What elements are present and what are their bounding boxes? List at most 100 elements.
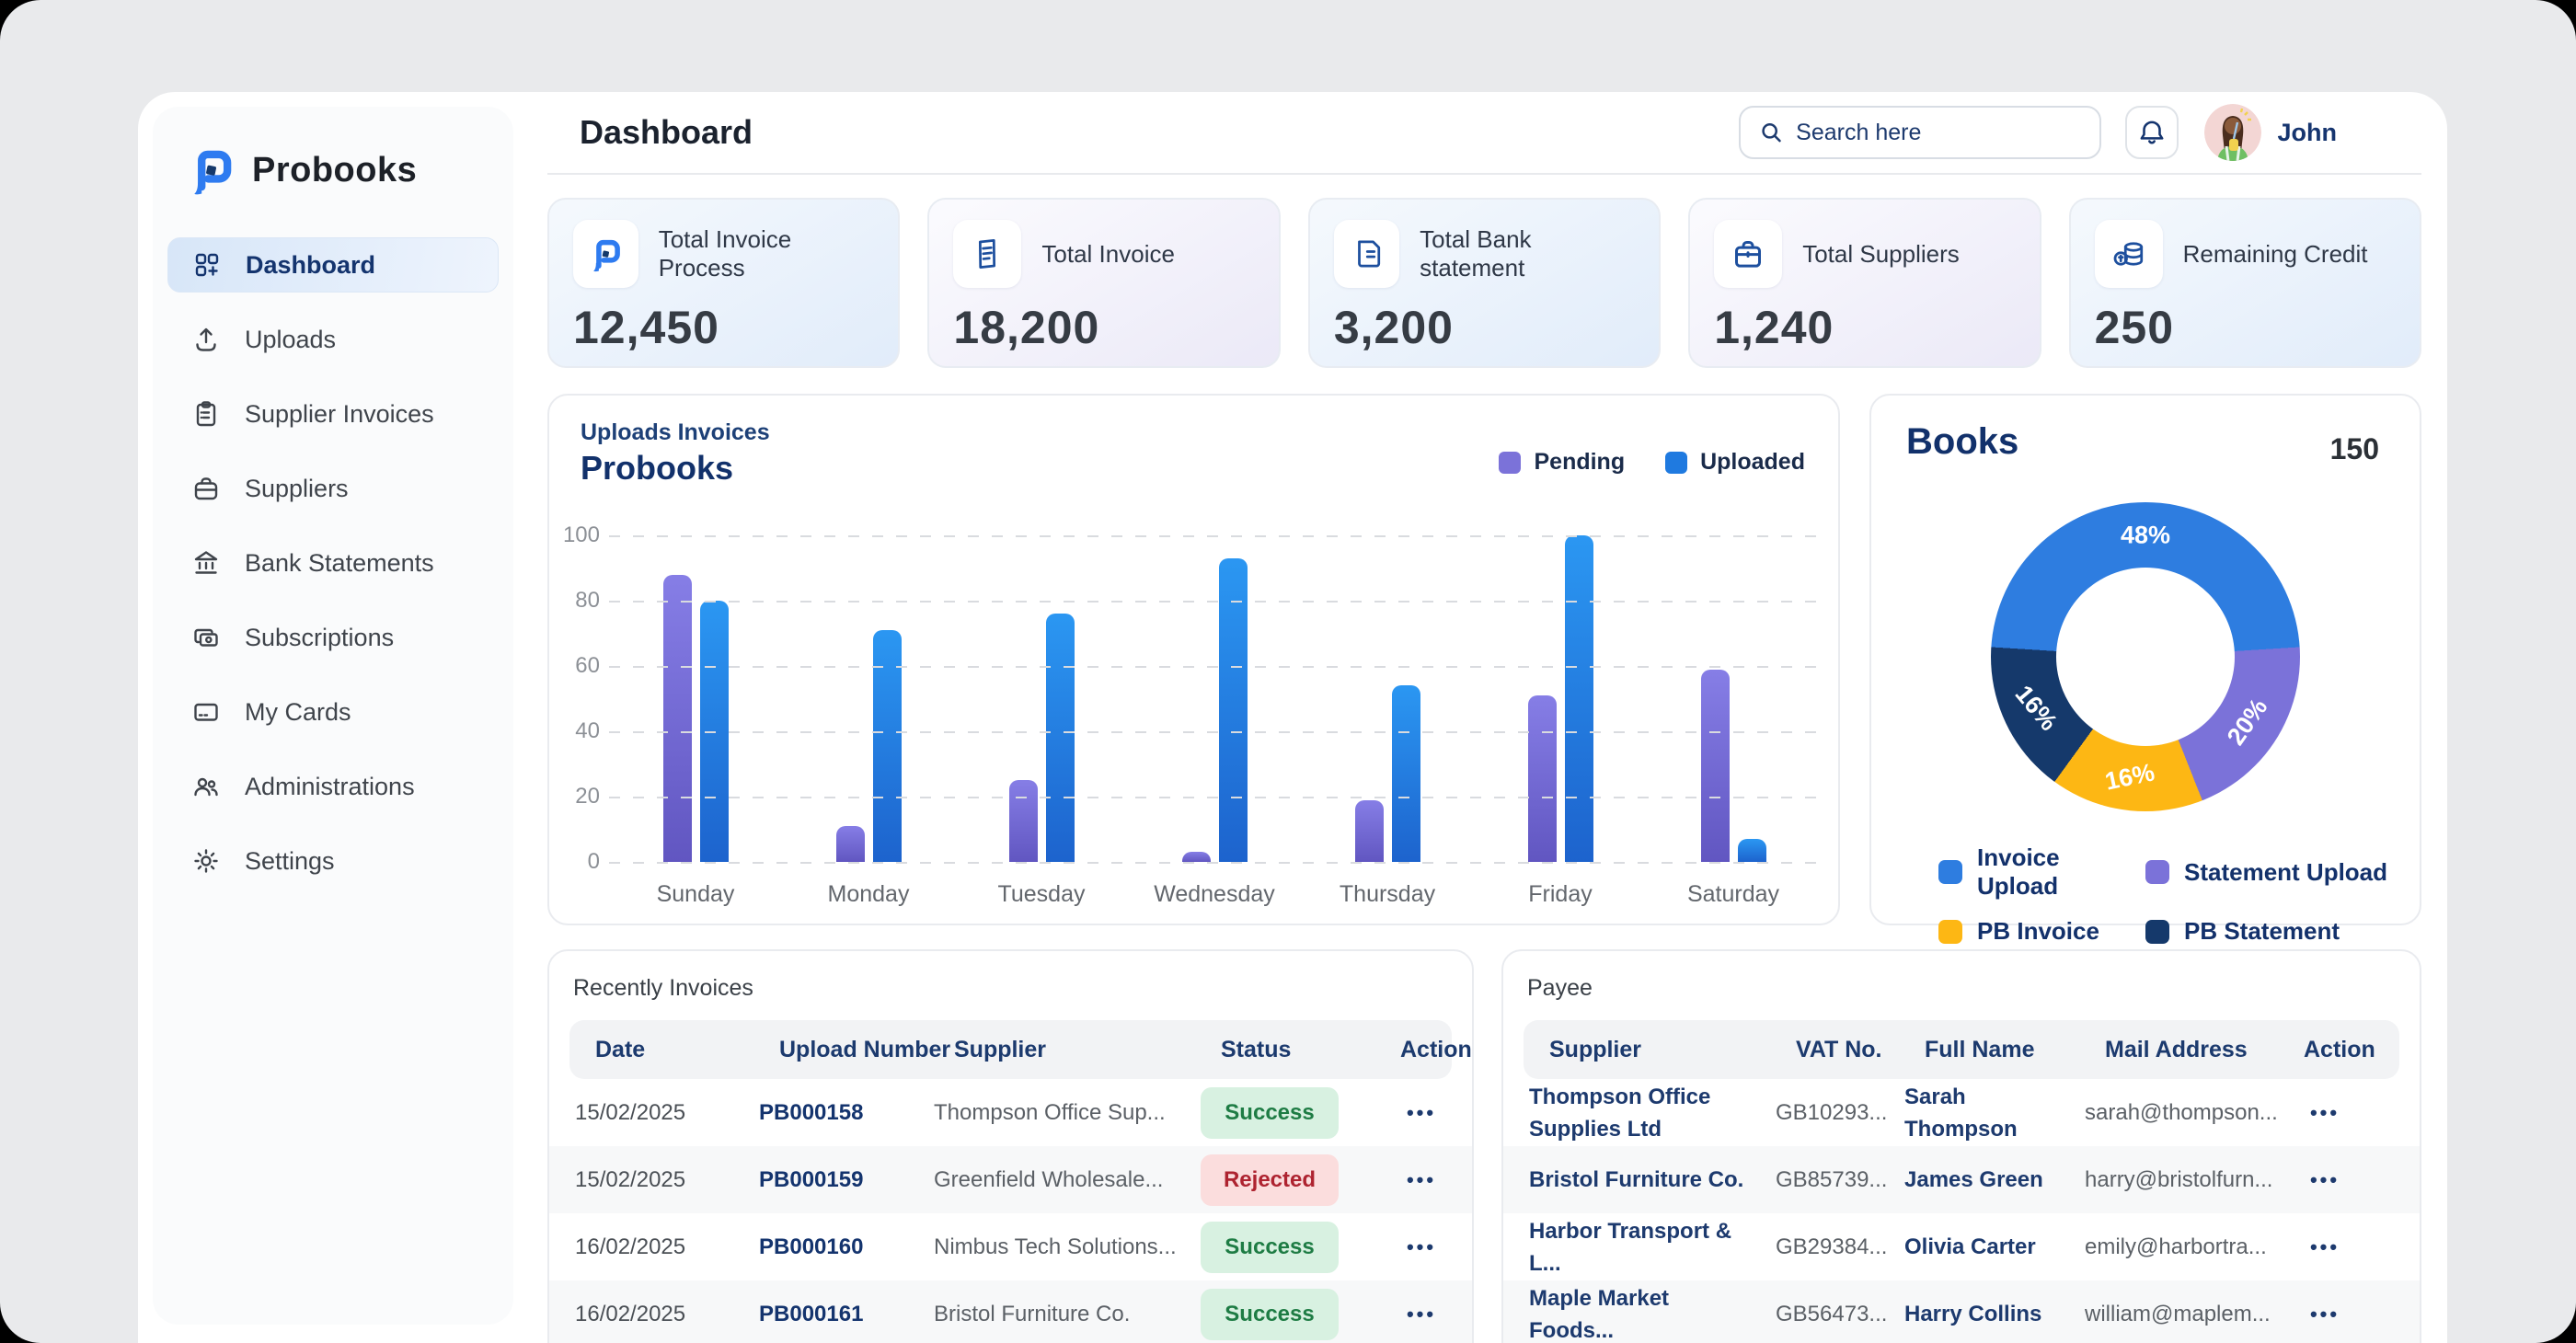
payee-supplier-link[interactable]: Maple Market Foods...	[1529, 1282, 1776, 1343]
stat-card-total-suppliers: Total Suppliers 1,240	[1688, 198, 2041, 368]
sidebar-item-dashboard[interactable]: Dashboard	[167, 237, 499, 293]
tables-row: Recently Invoices DateUpload NumberSuppl…	[547, 949, 2421, 1343]
donut-legend: Invoice UploadStatement UploadPB Invoice…	[1938, 844, 2387, 946]
x-axis-label: Thursday	[1301, 881, 1474, 908]
gridline	[609, 601, 1820, 603]
sidebar-item-bank-statements[interactable]: Bank Statements	[167, 535, 499, 591]
payee-supplier-link[interactable]: Bristol Furniture Co.	[1529, 1164, 1776, 1196]
notifications-button[interactable]	[2125, 106, 2179, 159]
search-box[interactable]	[1739, 106, 2101, 159]
invoice-date: 16/02/2025	[575, 1302, 759, 1327]
y-axis-tick-label: 0	[552, 849, 600, 875]
stat-card-total-invoice-process: Total Invoice Process 12,450	[547, 198, 900, 368]
sidebar-item-uploads[interactable]: Uploads	[167, 312, 499, 367]
x-axis-label: Saturday	[1647, 881, 1820, 908]
sidebar: Probooks Dashboard Uploads	[153, 107, 513, 1325]
sidebar-item-label: Administrations	[245, 773, 415, 801]
status-cell: Success	[1201, 1289, 1380, 1340]
gridline	[609, 666, 1820, 668]
upload-number-link[interactable]: PB000161	[759, 1302, 934, 1327]
bar-uploaded	[1046, 614, 1075, 862]
row-actions-button[interactable]: •••	[1380, 1101, 1463, 1125]
payee-vat: GB29384...	[1776, 1234, 1904, 1260]
row-actions-button[interactable]: •••	[1380, 1168, 1463, 1192]
x-axis-label: Tuesday	[955, 881, 1128, 908]
row-actions-button[interactable]: •••	[2283, 1235, 2366, 1259]
charts-row: Uploads Invoices Probooks PendingUploade…	[547, 394, 2421, 925]
row-actions-button[interactable]: •••	[2283, 1168, 2366, 1192]
sidebar-item-supplier-invoices[interactable]: Supplier Invoices	[167, 386, 499, 442]
bar-group	[1128, 535, 1301, 862]
content: Total Invoice Process 12,450 Total Invoi…	[547, 175, 2421, 1343]
y-axis-tick-label: 40	[552, 718, 600, 744]
bar-uploaded	[873, 630, 902, 862]
coins-icon	[2095, 220, 2163, 288]
clipboard-icon	[191, 399, 221, 429]
sidebar-item-subscriptions[interactable]: Subscriptions	[167, 610, 499, 665]
bar-pending	[1182, 852, 1211, 862]
briefcase-icon	[1714, 220, 1782, 288]
search-input[interactable]	[1794, 119, 2080, 147]
chart-subtitle: Uploads Invoices	[581, 419, 770, 446]
payee-full-name: Harry Collins	[1904, 1298, 2085, 1330]
app-container: Probooks Dashboard Uploads	[138, 92, 2447, 1343]
donut-legend-chip	[1938, 920, 1962, 944]
column-header: Supplier	[1549, 1037, 1796, 1063]
payee-full-name: Olivia Carter	[1904, 1231, 2085, 1263]
briefcase-icon	[191, 474, 221, 503]
stat-card-total-bank-statement: Total Bank statement 3,200	[1308, 198, 1661, 368]
stat-label: Total Invoice	[1041, 240, 1175, 269]
dashboard-icon	[192, 250, 222, 280]
payee-mail: william@maplem...	[2085, 1302, 2283, 1327]
stat-value: 3,200	[1334, 301, 1635, 354]
payee-supplier-link[interactable]: Harbor Transport & L...	[1529, 1215, 1776, 1280]
sidebar-item-administrations[interactable]: Administrations	[167, 759, 499, 814]
sidebar-item-settings[interactable]: Settings	[167, 833, 499, 889]
top-header: Dashboard	[547, 92, 2421, 175]
stat-card-remaining-credit: Remaining Credit 250	[2069, 198, 2421, 368]
recently-invoices-card: Recently Invoices DateUpload NumberSuppl…	[547, 949, 1474, 1343]
column-header: Mail Address	[2105, 1037, 2304, 1063]
payee-vat: GB85739...	[1776, 1167, 1904, 1193]
invoice-date: 15/02/2025	[575, 1167, 759, 1193]
bar-chart-x-labels: SundayMondayTuesdayWednesdayThursdayFrid…	[609, 881, 1820, 908]
bell-icon	[2136, 117, 2168, 148]
donut-legend-chip	[2145, 860, 2169, 884]
bar-pending	[1009, 780, 1038, 862]
column-header: Status	[1221, 1037, 1400, 1063]
row-actions-button[interactable]: •••	[2283, 1303, 2366, 1326]
row-actions-button[interactable]: •••	[1380, 1303, 1463, 1326]
table-row: 16/02/2025PB000161Bristol Furniture Co.S…	[549, 1280, 1472, 1343]
upload-number-link[interactable]: PB000159	[759, 1167, 934, 1193]
sidebar-item-my-cards[interactable]: My Cards	[167, 684, 499, 740]
payee-supplier-link[interactable]: Thompson Office Supplies Ltd	[1529, 1081, 1776, 1145]
stat-value: 18,200	[953, 301, 1254, 354]
invoice-supplier: Greenfield Wholesale...	[934, 1167, 1201, 1193]
invoice-supplier: Nimbus Tech Solutions...	[934, 1234, 1201, 1260]
row-actions-button[interactable]: •••	[1380, 1235, 1463, 1259]
upload-number-link[interactable]: PB000160	[759, 1234, 934, 1260]
sidebar-item-label: Uploads	[245, 326, 336, 354]
payee-vat: GB10293...	[1776, 1100, 1904, 1126]
books-total: 150	[2330, 432, 2379, 466]
page-title: Dashboard	[580, 113, 753, 152]
avatar[interactable]	[2204, 104, 2261, 161]
sidebar-item-suppliers[interactable]: Suppliers	[167, 461, 499, 516]
bar-uploaded	[1392, 685, 1420, 862]
bar-pending	[1528, 695, 1557, 862]
status-badge: Success	[1201, 1222, 1339, 1273]
upload-number-link[interactable]: PB000158	[759, 1100, 934, 1126]
avatar-image	[2204, 104, 2261, 161]
sidebar-item-label: Supplier Invoices	[245, 400, 434, 429]
donut-legend-label: PB Statement	[2184, 917, 2340, 946]
column-header: VAT No.	[1796, 1037, 1925, 1063]
recently-invoices-header: DateUpload NumberSupplierStatusAction	[569, 1020, 1452, 1079]
donut-legend-label: Invoice Upload	[1977, 844, 2145, 901]
stat-label: Remaining Credit	[2183, 240, 2368, 269]
credit-card-icon	[191, 697, 221, 727]
app-background: Probooks Dashboard Uploads	[0, 0, 2576, 1343]
gridline	[609, 535, 1820, 537]
legend-label: Pending	[1534, 449, 1625, 476]
row-actions-button[interactable]: •••	[2283, 1101, 2366, 1125]
status-cell: Rejected	[1201, 1154, 1380, 1206]
